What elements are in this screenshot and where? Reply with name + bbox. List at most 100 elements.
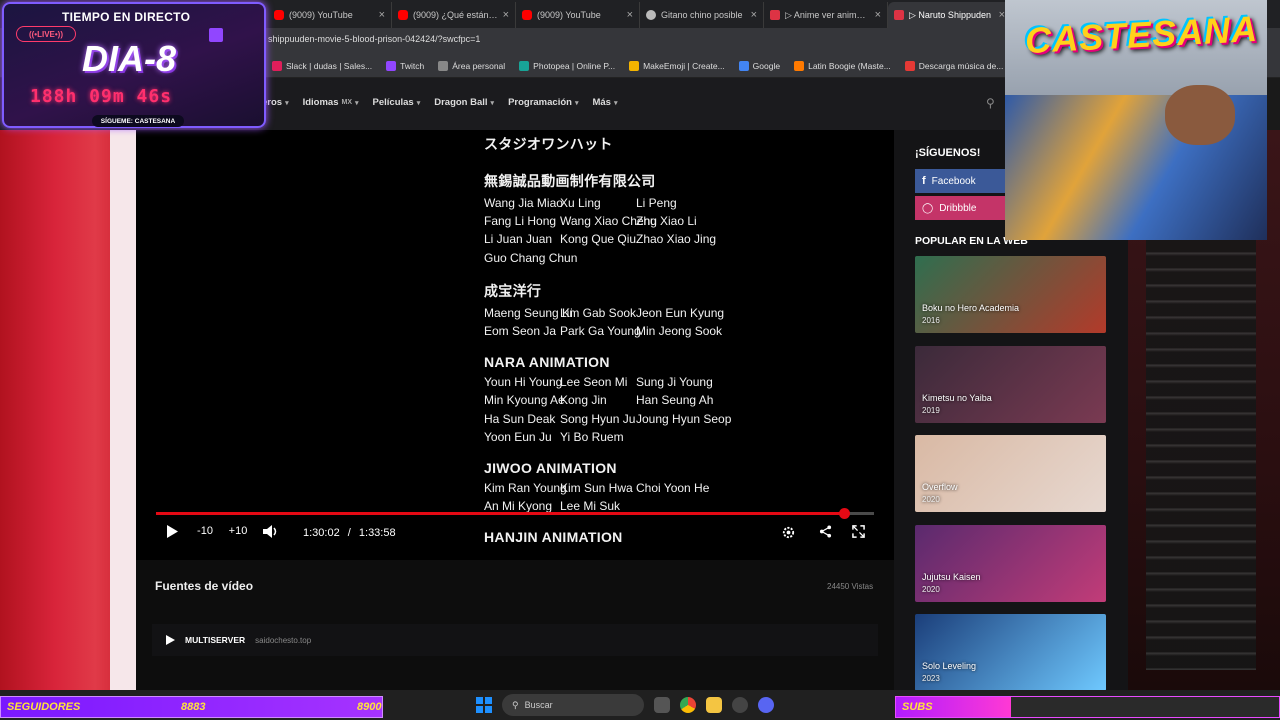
credits-name: Yi Bo Ruem: [560, 429, 624, 444]
popular-card[interactable]: Overflow 2020: [915, 435, 1106, 512]
credits-name: Ha Sun Deak: [484, 411, 556, 426]
browser-tab[interactable]: (9009) ¿Qué están fa ×: [392, 2, 516, 28]
browser-tab[interactable]: ▷ Anime ver anime O ×: [764, 2, 888, 28]
file-explorer-icon[interactable]: [706, 697, 722, 713]
site-search-icon[interactable]: ⚲: [986, 96, 995, 110]
twitch-icon: [209, 28, 223, 42]
windows-start-icon[interactable]: [476, 697, 492, 713]
credits-name: Zhu Xiao Li: [636, 214, 697, 229]
dribbble-button[interactable]: ◯ Dribbble: [915, 196, 1005, 220]
popular-card[interactable]: Boku no Hero Academia 2016: [915, 256, 1106, 333]
nav-item-label: Más: [592, 97, 611, 108]
progress-bar[interactable]: [156, 508, 874, 519]
close-icon[interactable]: ×: [751, 9, 757, 21]
popular-card[interactable]: Solo Leveling 2023: [915, 614, 1106, 691]
dribbble-icon: ◯: [922, 202, 934, 214]
credits-name: Min Kyoung Ae: [484, 393, 565, 408]
chevron-down-icon: ▾: [285, 99, 289, 107]
credits-name: Eom Seon Ja: [484, 324, 557, 339]
credits-name: Choi Yoon He: [636, 481, 710, 496]
credits-name: Kong Que Qiu: [560, 232, 637, 247]
credits-row: Eom Seon Ja Park Ga Young Min Jeong Sook: [484, 322, 744, 340]
bookmark-item[interactable]: Twitch: [386, 60, 425, 71]
bookmark-item[interactable]: Photopea | Online P...: [519, 60, 615, 71]
close-icon[interactable]: ×: [875, 9, 881, 21]
close-icon[interactable]: ×: [379, 9, 385, 21]
popular-card[interactable]: Jujutsu Kaisen 2020: [915, 524, 1106, 602]
bookmark-item[interactable]: Descarga música de...: [904, 60, 1003, 71]
follow-title: ¡SÍGUENOS!: [915, 147, 981, 159]
play-button[interactable]: [163, 525, 181, 538]
webcam-feed: CASTESANA: [1005, 0, 1267, 240]
credits-name: Sung Ji Young: [636, 375, 713, 390]
credits-heading: HANJIN ANIMATION: [484, 529, 623, 546]
volume-button[interactable]: [262, 525, 278, 538]
credits-name: Joung Hyun Seop: [636, 411, 732, 426]
bookmark-item[interactable]: Latin Boogie (Maste...: [794, 60, 891, 71]
credits-row: Min Kyoung Ae Kong Jin Han Seung Ah: [484, 391, 744, 409]
browser-tab[interactable]: (9009) YouTube ×: [516, 2, 640, 28]
credits-name: Kim Ran Young: [484, 481, 567, 496]
nav-item[interactable]: Más ▾: [592, 97, 617, 108]
volume-icon: [263, 525, 277, 538]
url-text[interactable]: shippuuden-movie-5-blood-prison-042424/?…: [268, 34, 480, 44]
nav-item-suffix: MX: [341, 99, 353, 106]
play-icon: [166, 635, 175, 645]
bookmark-label: Twitch: [400, 60, 425, 71]
facebook-button[interactable]: f Facebook: [915, 169, 1005, 193]
chevron-down-icon: ▾: [613, 99, 618, 107]
server-option[interactable]: MULTISERVER saidochesto.top: [152, 624, 878, 656]
bookmark-label: Slack | dudas | Sales...: [286, 60, 373, 71]
chevron-down-icon: ▾: [416, 99, 421, 107]
credits-name: Lim Gab Sook: [560, 305, 637, 320]
video-sources-title: Fuentes de vídeo: [155, 579, 254, 593]
popular-card[interactable]: Kimetsu no Yaiba 2019: [915, 345, 1106, 423]
fullscreen-icon: [851, 525, 865, 538]
skip-back-button[interactable]: -10: [193, 525, 217, 537]
credits-gap: [484, 446, 744, 460]
play-icon: [166, 525, 178, 538]
browser-tab[interactable]: ▷ Naruto Shippuden ×: [888, 2, 1012, 28]
progress-handle[interactable]: [838, 508, 850, 519]
taskbar-search[interactable]: ⚲ Buscar: [502, 694, 644, 716]
nav-item[interactable]: Películas ▾: [373, 97, 421, 108]
nav-item[interactable]: Programación ▾: [508, 97, 578, 108]
fullscreen-button[interactable]: [849, 525, 867, 538]
browser-tab[interactable]: (9009) YouTube ×: [268, 2, 392, 28]
followers-current: 8883: [181, 701, 206, 713]
youtube-icon: [522, 10, 532, 20]
credits-heading: JIWOO ANIMATION: [484, 460, 617, 477]
bookmark-item[interactable]: Área personal: [438, 60, 505, 71]
chrome-icon[interactable]: [680, 697, 696, 713]
obs-icon[interactable]: [732, 697, 748, 713]
nav-item[interactable]: Dragon Ball ▾: [434, 97, 494, 108]
browser-tab-label: (9009) ¿Qué están fa: [413, 10, 498, 20]
browser-tab[interactable]: Gitano chino posible ×: [640, 2, 764, 28]
nav-item-label: Dragon Ball: [434, 97, 488, 108]
settings-button[interactable]: [779, 525, 797, 540]
close-icon[interactable]: ×: [627, 9, 633, 21]
bookmark-item[interactable]: MakeEmoji | Create...: [629, 60, 725, 71]
nav-item[interactable]: Idiomas MX ▾: [303, 97, 359, 108]
credits-row: Yoon Eun Ju Yi Bo Ruem: [484, 428, 744, 446]
share-button[interactable]: [816, 525, 834, 538]
credits-row: Guo Chang Chun: [484, 249, 744, 267]
close-icon[interactable]: ×: [503, 9, 509, 21]
site-nav-items: eros ▾ Idiomas MX ▾ Películas ▾ Dragon Ball ▾ Pro…: [262, 97, 617, 108]
bookmark-icon: [629, 60, 640, 71]
task-view-icon[interactable]: [654, 697, 670, 713]
skip-forward-button[interactable]: +10: [226, 525, 250, 537]
bookmark-icon: [738, 60, 749, 71]
gear-icon: [782, 526, 794, 539]
browser-tab-label: ▷ Naruto Shippuden: [909, 9, 991, 20]
credits-name: Maeng Seung Ki: [484, 305, 573, 320]
credits-name: [636, 428, 712, 446]
discord-icon[interactable]: [758, 697, 774, 713]
credits-name: Park Ga Young: [560, 324, 641, 339]
bookmark-item[interactable]: Google: [738, 60, 780, 71]
popular-card-title: Solo Leveling: [922, 661, 977, 671]
credits-name: Lee Seon Mi: [560, 375, 628, 390]
bookmark-icon: [272, 60, 282, 71]
bookmark-item[interactable]: Slack | dudas | Sales...: [272, 60, 373, 71]
stream-title: TIEMPO EN DIRECTO: [62, 10, 191, 24]
